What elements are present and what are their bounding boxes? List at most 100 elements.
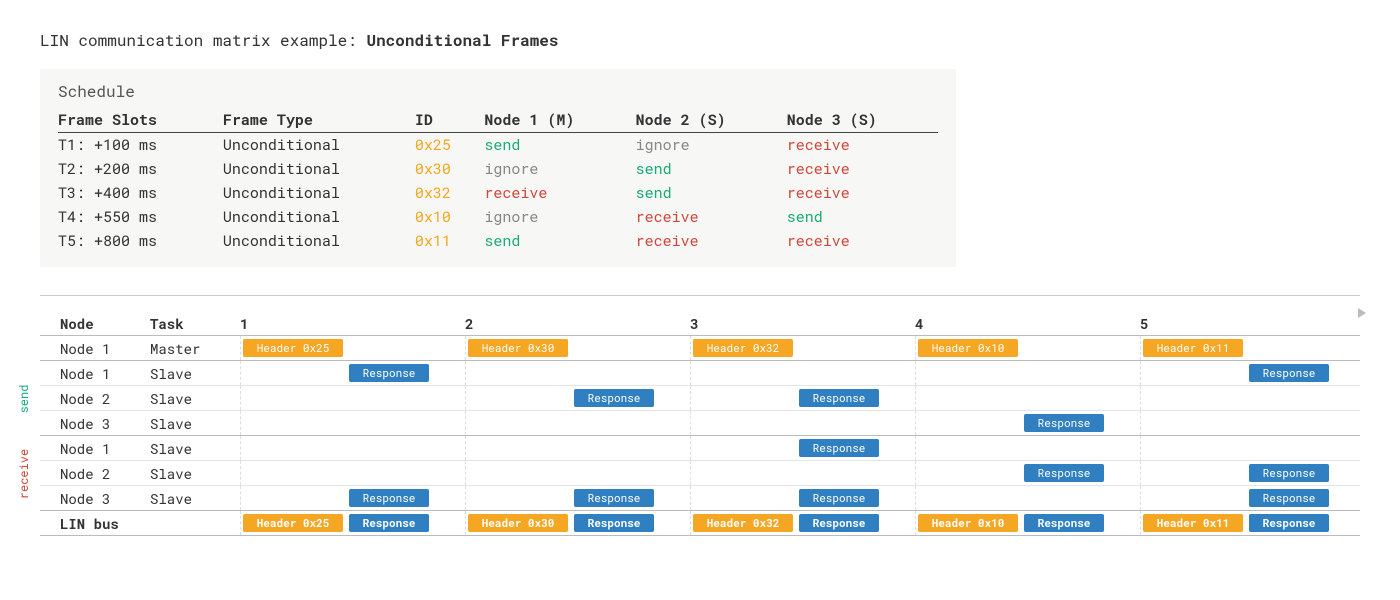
bus-response: Response: [799, 514, 879, 532]
schedule-col-header: Node 1 (M): [484, 108, 635, 133]
send-group-label: send: [16, 384, 32, 413]
schedule-cell-type: Unconditional: [223, 229, 415, 253]
schedule-cell-n2: send: [636, 181, 787, 205]
frame-header: Header 0x30: [468, 339, 568, 357]
row-node: Node 1: [60, 364, 150, 383]
tl-row-recv: Node 1Slave Response: [40, 436, 1360, 461]
bus-response: Response: [574, 514, 654, 532]
timeline-diagram: Node Task 1 2 3 4 5 Node 1 Master Header…: [40, 314, 1360, 536]
schedule-cell-slot: T5: +800 ms: [58, 229, 223, 253]
schedule-row: T5: +800 msUnconditional0x11sendreceiver…: [58, 229, 938, 253]
response-pill: Response: [1249, 364, 1329, 382]
recv-group-label: receive: [16, 448, 32, 498]
response-pill: Response: [349, 489, 429, 507]
schedule-box: Schedule Frame SlotsFrame TypeIDNode 1 (…: [40, 69, 956, 267]
tl-row-master: Node 1 Master Header 0x25 Header 0x30 He…: [40, 336, 1360, 361]
bus-header: Header 0x25: [243, 514, 343, 532]
divider: [40, 295, 1360, 296]
receive-group: receive Node 1SlaveResponseNode 2SlaveRe…: [40, 436, 1360, 511]
schedule-label: Schedule: [58, 81, 938, 102]
row-node: Node 1: [60, 339, 150, 358]
slot-col-4: 4: [915, 314, 1140, 333]
tl-row-recv: Node 3SlaveResponseResponseResponseRespo…: [40, 486, 1360, 511]
schedule-col-header: Node 2 (S): [636, 108, 787, 133]
tl-row-send: Node 2SlaveResponseResponse: [40, 386, 1360, 411]
schedule-cell-n1: send: [484, 229, 635, 253]
schedule-cell-n2: receive: [636, 205, 787, 229]
response-pill: Response: [574, 489, 654, 507]
schedule-cell-n3: receive: [787, 229, 938, 253]
response-pill: Response: [574, 389, 654, 407]
schedule-cell-id: 0x30: [415, 157, 485, 181]
bus-header: Header 0x30: [468, 514, 568, 532]
title-emph: Unconditional Frames: [366, 30, 558, 51]
row-task: Slave: [150, 439, 240, 458]
response-pill: Response: [799, 389, 879, 407]
timeline-arrow-icon: [1358, 308, 1366, 318]
tl-row-bus: LIN bus Header 0x25 Response Header 0x30 R…: [40, 511, 1360, 536]
schedule-cell-slot: T4: +550 ms: [58, 205, 223, 229]
schedule-cell-slot: T2: +200 ms: [58, 157, 223, 181]
bus-label: LIN bus: [60, 514, 150, 533]
row-node: Node 2: [60, 464, 150, 483]
response-pill: Response: [1024, 414, 1104, 432]
schedule-cell-n1: send: [484, 133, 635, 158]
row-task: Slave: [150, 464, 240, 483]
schedule-cell-n1: ignore: [484, 157, 635, 181]
slot-col-3: 3: [690, 314, 915, 333]
row-node: Node 3: [60, 489, 150, 508]
bus-response: Response: [1024, 514, 1104, 532]
tl-row-send: Node 1Slave Response Response: [40, 361, 1360, 386]
bus-header: Header 0x11: [1143, 514, 1243, 532]
schedule-cell-slot: T1: +100 ms: [58, 133, 223, 158]
frame-header: Header 0x25: [243, 339, 343, 357]
row-node: Node 3: [60, 414, 150, 433]
schedule-cell-n1: ignore: [484, 205, 635, 229]
slot-col-5: 5: [1140, 314, 1365, 333]
schedule-cell-n1: receive: [484, 181, 635, 205]
schedule-cell-n3: send: [787, 205, 938, 229]
schedule-cell-n2: ignore: [636, 133, 787, 158]
row-task: Slave: [150, 364, 240, 383]
send-group: send Node 1SlaveResponseResponseNode 2Sl…: [40, 361, 1360, 436]
schedule-cell-type: Unconditional: [223, 133, 415, 158]
row-node: Node 1: [60, 439, 150, 458]
schedule-cell-n3: receive: [787, 133, 938, 158]
tl-row-recv: Node 2Slave Response Response: [40, 461, 1360, 486]
bus-response: Response: [1249, 514, 1329, 532]
response-pill: Response: [1024, 464, 1104, 482]
row-node: Node 2: [60, 389, 150, 408]
schedule-row: T4: +550 msUnconditional0x10ignorereceiv…: [58, 205, 938, 229]
row-task: Slave: [150, 489, 240, 508]
col-node: Node: [60, 314, 150, 333]
schedule-table: Frame SlotsFrame TypeIDNode 1 (M)Node 2 …: [58, 108, 938, 253]
title-prefix: LIN communication matrix example:: [40, 30, 357, 51]
schedule-cell-slot: T3: +400 ms: [58, 181, 223, 205]
timeline-header-row: Node Task 1 2 3 4 5: [40, 314, 1360, 336]
schedule-cell-n3: receive: [787, 181, 938, 205]
schedule-row: T1: +100 msUnconditional0x25sendignorere…: [58, 133, 938, 158]
schedule-row: T3: +400 msUnconditional0x32receivesendr…: [58, 181, 938, 205]
page-title: LIN communication matrix example: Uncond…: [40, 30, 1360, 51]
response-pill: Response: [349, 364, 429, 382]
row-task: Master: [150, 339, 240, 358]
schedule-col-header: Frame Type: [223, 108, 415, 133]
row-task: Slave: [150, 414, 240, 433]
schedule-cell-id: 0x25: [415, 133, 485, 158]
schedule-cell-type: Unconditional: [223, 205, 415, 229]
bus-header: Header 0x10: [918, 514, 1018, 532]
slot-col-2: 2: [465, 314, 690, 333]
tl-row-send: Node 3Slave Response: [40, 411, 1360, 436]
slot-col-1: 1: [240, 314, 465, 333]
schedule-col-header: ID: [415, 108, 485, 133]
response-pill: Response: [1249, 489, 1329, 507]
response-pill: Response: [799, 439, 879, 457]
schedule-col-header: Frame Slots: [58, 108, 223, 133]
schedule-cell-id: 0x32: [415, 181, 485, 205]
bus-header: Header 0x32: [693, 514, 793, 532]
schedule-cell-type: Unconditional: [223, 157, 415, 181]
response-pill: Response: [1249, 464, 1329, 482]
schedule-col-header: Node 3 (S): [787, 108, 938, 133]
col-task: Task: [150, 314, 240, 333]
schedule-cell-n2: send: [636, 157, 787, 181]
